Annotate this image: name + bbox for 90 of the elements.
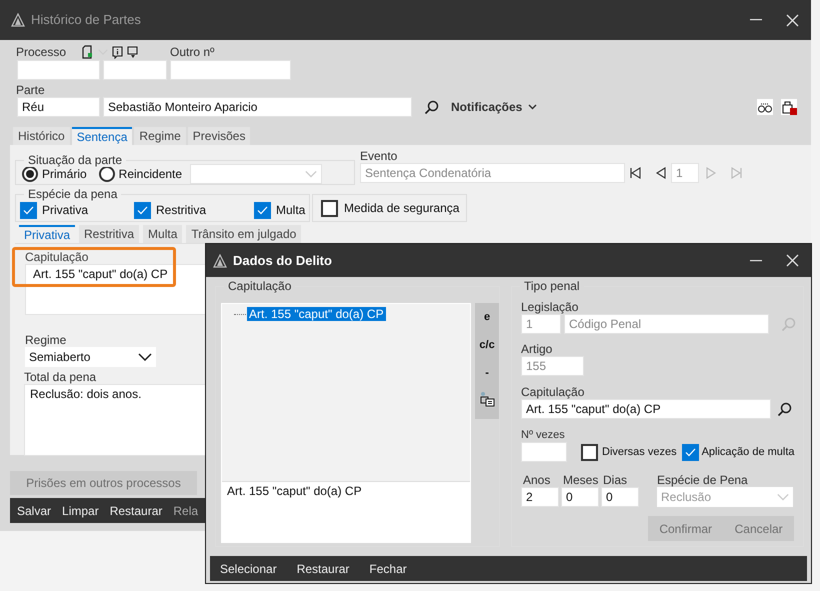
checkmark-icon: [23, 206, 34, 214]
window-title: Dados do Delito: [233, 254, 332, 268]
checkbox-label: Diversas vezes: [602, 445, 677, 459]
window-title: Histórico de Partes: [31, 13, 141, 27]
first-page-icon[interactable]: [630, 167, 643, 179]
checkbox-label: Medida de segurança: [344, 201, 460, 215]
checkbox-label: Privativa: [42, 203, 88, 217]
paste-icon[interactable]: [479, 391, 496, 407]
chevron-down-icon[interactable]: [138, 353, 152, 361]
group-title: Espécie da pena: [24, 187, 122, 201]
field-label: Regime: [25, 333, 66, 347]
input-field[interactable]: [170, 60, 291, 80]
field-label: Capitulação: [25, 250, 88, 264]
tree-item[interactable]: Art. 155 "caput" do(a) CP: [247, 307, 386, 321]
close-icon[interactable]: [786, 254, 799, 267]
footer-button[interactable]: Restaurar: [296, 562, 350, 576]
previous-icon[interactable]: [655, 167, 668, 179]
input-field[interactable]: 1: [671, 163, 699, 183]
tab[interactable]: Multa: [143, 225, 182, 243]
dropdown[interactable]: Semiaberto: [25, 347, 156, 367]
close-icon[interactable]: [786, 14, 799, 26]
input-field[interactable]: [103, 60, 167, 80]
field-label: Meses: [562, 473, 598, 487]
chevron-down-icon: [528, 104, 538, 110]
input-field[interactable]: [521, 442, 567, 462]
input-field[interactable]: Sentença Condenatória: [360, 163, 625, 183]
info-document-icon[interactable]: [112, 46, 123, 58]
checkbox[interactable]: [321, 200, 338, 216]
tab[interactable]: Sentença: [72, 127, 132, 145]
search-icon[interactable]: [424, 100, 439, 114]
minimize-icon[interactable]: [750, 19, 762, 21]
field-label: Parte: [16, 83, 45, 97]
input-field[interactable]: Réu: [17, 97, 100, 117]
text-area[interactable]: Art. 155 "caput" do(a) CP: [222, 481, 470, 542]
search-icon[interactable]: [777, 402, 792, 416]
field-label: Processo: [16, 45, 68, 59]
field-label: Capitulação: [521, 385, 584, 399]
group-title: Situação da parte: [24, 153, 126, 167]
notifications-button[interactable]: Notificações: [451, 100, 538, 114]
input-field[interactable]: 0: [601, 487, 639, 507]
field-label: Legislação: [521, 300, 578, 314]
tab[interactable]: Regime: [134, 127, 186, 145]
tab[interactable]: Trânsito em julgado: [186, 225, 302, 243]
checkbox[interactable]: [581, 444, 598, 460]
field-label: Total da pena: [24, 370, 96, 384]
footer-button[interactable]: Fechar: [369, 562, 407, 576]
radio-label: Primário: [42, 166, 87, 180]
tab[interactable]: Previsões: [188, 127, 250, 145]
footer-button[interactable]: Limpar: [62, 504, 99, 518]
input-field[interactable]: 155: [521, 356, 584, 376]
footer-button[interactable]: Selecionar: [220, 562, 277, 576]
checkbox-label: Multa: [276, 203, 306, 217]
handcuffs-icon[interactable]: [757, 99, 773, 115]
document-icon[interactable]: [82, 45, 94, 59]
toolbar-button[interactable]: c/c: [479, 335, 495, 355]
checkbox-label: Aplicação de multa: [702, 445, 795, 459]
checkbox[interactable]: [254, 202, 271, 218]
document-down-icon[interactable]: [127, 46, 138, 58]
footer-button[interactable]: Restaurar: [110, 504, 162, 518]
checkbox[interactable]: [682, 444, 699, 460]
input-field[interactable]: Art. 155 "caput" do(a) CP: [521, 399, 771, 419]
input-field[interactable]: 2: [521, 487, 559, 507]
field-label: Espécie de Pena: [657, 473, 748, 487]
field-label: Artigo: [521, 342, 552, 356]
checkmark-icon: [684, 448, 696, 456]
input-field[interactable]: Código Penal: [564, 314, 769, 334]
checkbox[interactable]: [134, 202, 151, 218]
checkbox[interactable]: [20, 202, 37, 218]
lock-document-icon[interactable]: [781, 99, 797, 115]
input-field[interactable]: Sebastião Monteiro Aparicio: [103, 97, 412, 117]
logo-icon: [11, 13, 25, 27]
checkmark-icon: [257, 206, 268, 214]
field-label: Dias: [602, 473, 628, 487]
radio-label: Reincidente: [118, 166, 182, 180]
field-label: Nº vezes: [521, 428, 565, 442]
checkbox-label: Restritiva: [156, 203, 206, 217]
input-field[interactable]: 0: [561, 487, 599, 507]
tab[interactable]: Restritiva: [79, 225, 140, 243]
tab[interactable]: Histórico: [13, 127, 70, 145]
field-label: Anos: [522, 473, 550, 487]
logo-icon: [213, 254, 227, 268]
minimize-icon[interactable]: [750, 260, 762, 262]
toolbar-button[interactable]: -: [485, 363, 489, 383]
footer-button[interactable]: Salvar: [17, 504, 52, 518]
field-label: Evento: [360, 149, 398, 163]
input-field[interactable]: 1: [521, 314, 561, 334]
field-label: Outro nº: [170, 45, 214, 59]
checkmark-icon: [137, 206, 148, 214]
input-field[interactable]: [17, 60, 100, 80]
toolbar-button[interactable]: e: [484, 307, 490, 327]
